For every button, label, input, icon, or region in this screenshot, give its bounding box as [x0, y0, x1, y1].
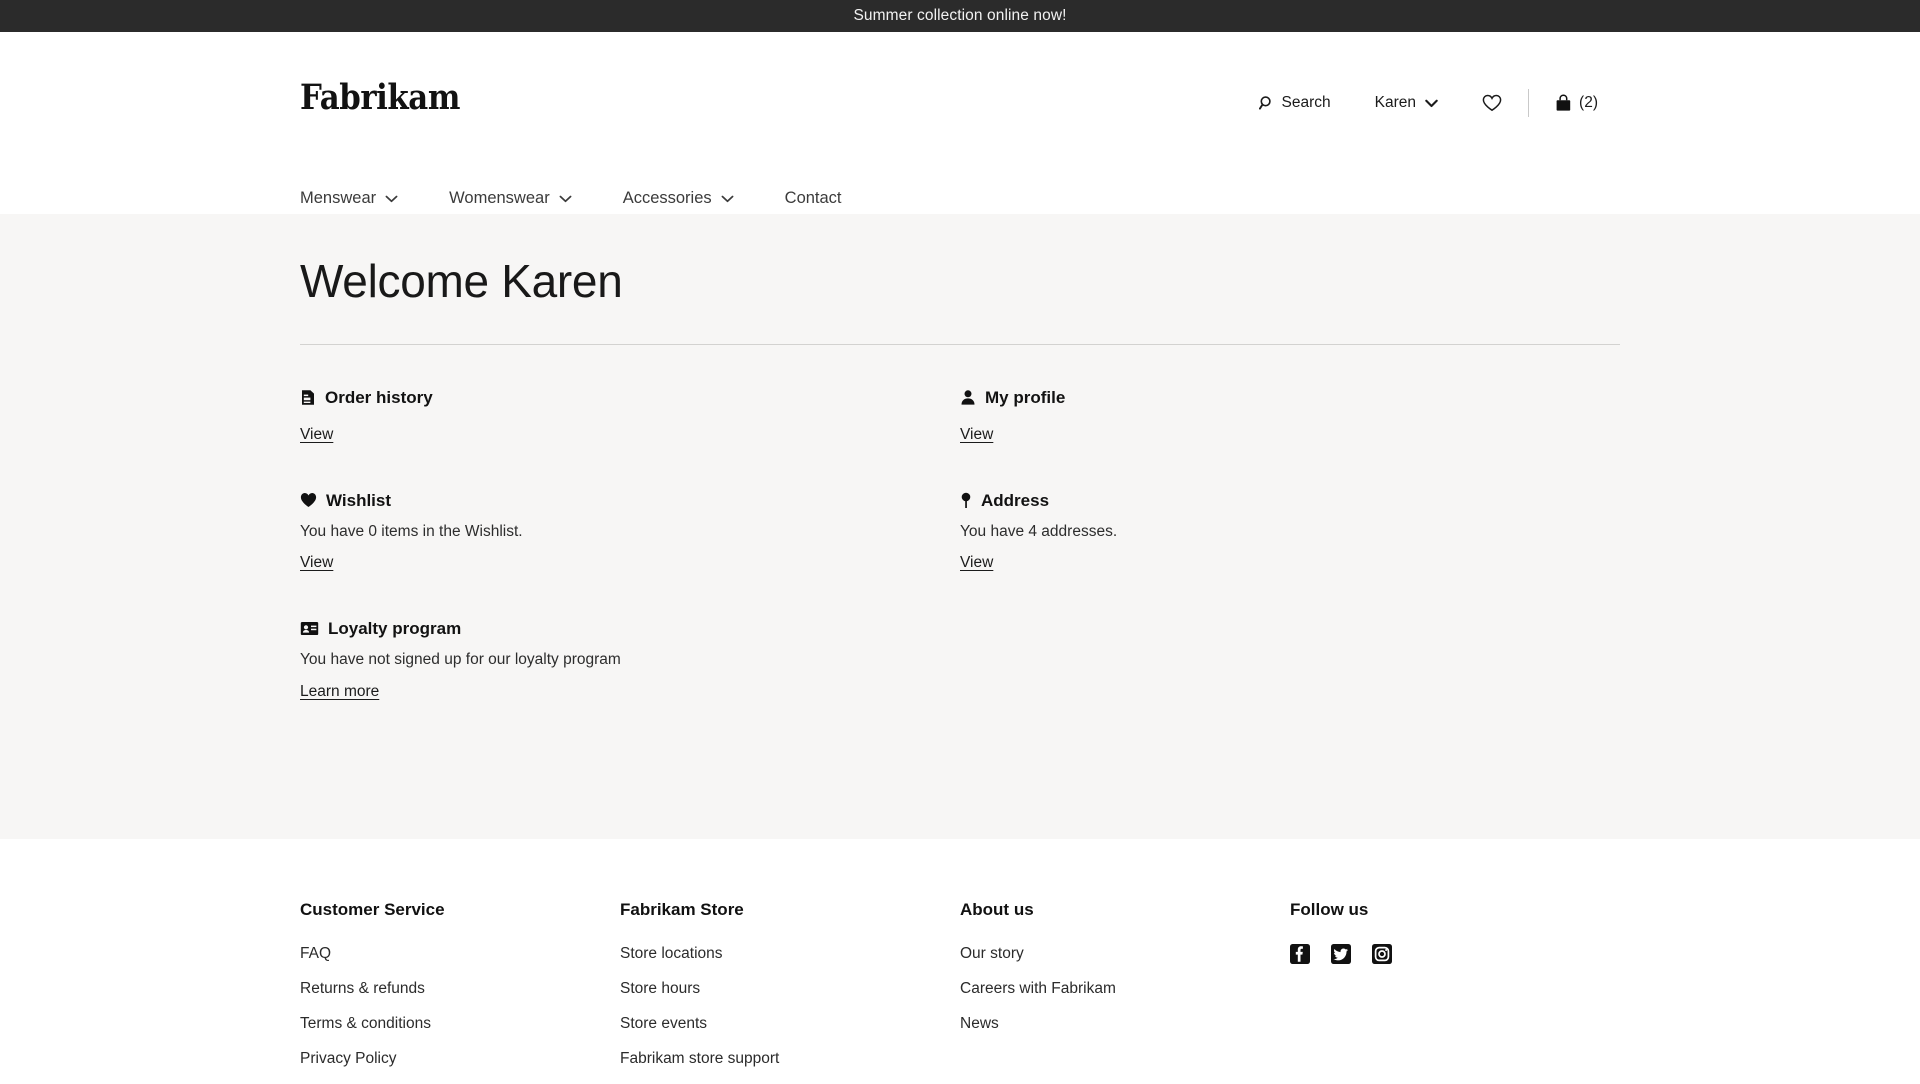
footer-link-store-hours[interactable]: Store hours — [620, 979, 960, 1000]
cart-count: (2) — [1579, 94, 1598, 111]
card-header: Address — [960, 492, 1620, 509]
nav-item-contact[interactable]: Contact — [785, 190, 842, 207]
nav-item-accessories[interactable]: Accessories — [623, 190, 734, 207]
site-header: Fabrikam Search Karen (2) Menswear Women… — [0, 32, 1920, 214]
footer-link-store-events[interactable]: Store events — [620, 1014, 960, 1035]
card-title: My profile — [985, 387, 1066, 407]
footer-link-store-support[interactable]: Fabrikam store support — [620, 1049, 960, 1070]
facebook-icon[interactable] — [1290, 944, 1310, 969]
card-header: Order history — [300, 389, 960, 406]
card-description: You have 0 items in the Wishlist. — [300, 522, 523, 540]
card-order-history: Order history View — [300, 389, 960, 444]
title-divider — [300, 343, 1620, 345]
chevron-down-icon — [385, 190, 398, 207]
footer-column-title: Follow us — [1290, 900, 1369, 919]
header-tools: Search Karen (2) — [1237, 88, 1620, 118]
map-pin-icon — [960, 492, 972, 509]
cart-button[interactable]: (2) — [1533, 94, 1620, 112]
announcement-text: Summer collection online now! — [853, 7, 1067, 24]
card-address: Address You have 4 addresses. View — [960, 492, 1620, 573]
account-label: Karen — [1374, 94, 1417, 111]
chevron-down-icon — [721, 190, 734, 207]
card-title: Address — [981, 490, 1050, 510]
instagram-icon[interactable] — [1372, 944, 1392, 969]
card-link-learn-more[interactable]: Learn more — [300, 683, 379, 701]
footer-column-title: Customer Service — [300, 900, 445, 919]
card-title: Loyalty program — [328, 619, 462, 639]
card-title: Order history — [325, 387, 433, 407]
footer-column-fabrikam-store: Fabrikam Store Store locations Store hou… — [620, 901, 960, 1084]
account-cards-grid: Order history View My profile View Wishl… — [300, 389, 1620, 750]
person-icon — [960, 389, 976, 406]
account-menu[interactable]: Karen — [1353, 94, 1460, 112]
card-description: You have 4 addresses. — [960, 522, 1118, 540]
footer-link-privacy-policy[interactable]: Privacy Policy — [300, 1049, 620, 1070]
footer-link-returns-refunds[interactable]: Returns & refunds — [300, 979, 620, 1000]
wishlist-button[interactable] — [1460, 94, 1524, 112]
card-link-view[interactable]: View — [960, 554, 993, 572]
nav-item-womenswear[interactable]: Womenswear — [449, 190, 572, 207]
card-title: Wishlist — [326, 490, 392, 510]
heart-filled-icon — [300, 492, 317, 508]
card-header: Wishlist — [300, 492, 960, 509]
card-wishlist: Wishlist You have 0 items in the Wishlis… — [300, 492, 960, 573]
footer-link-careers[interactable]: Careers with Fabrikam — [960, 979, 1290, 1000]
card-link-view[interactable]: View — [960, 426, 993, 444]
header-divider — [1528, 89, 1530, 117]
nav-item-label: Accessories — [622, 188, 712, 207]
nav-item-label: Womenswear — [449, 188, 550, 207]
id-card-icon — [300, 621, 319, 636]
nav-item-label: Menswear — [300, 188, 377, 207]
main-content: Welcome Karen Order history View My prof… — [0, 214, 1920, 839]
chevron-down-icon — [1425, 99, 1438, 108]
footer-column-about-us: About us Our story Careers with Fabrikam… — [960, 901, 1290, 1084]
nav-item-label: Contact — [784, 188, 842, 207]
card-my-profile: My profile View — [960, 389, 1620, 444]
card-header: My profile — [960, 389, 1620, 406]
site-footer: Customer Service FAQ Returns & refunds T… — [0, 839, 1920, 1084]
card-header: Loyalty program — [300, 620, 1620, 637]
receipt-icon — [300, 389, 316, 406]
shopping-bag-icon — [1555, 94, 1572, 112]
footer-link-store-locations[interactable]: Store locations — [620, 944, 960, 965]
footer-column-follow-us: Follow us — [1290, 901, 1620, 1084]
social-links — [1290, 944, 1620, 969]
card-loyalty-program: Loyalty program You have not signed up f… — [300, 620, 1620, 701]
card-link-view[interactable]: View — [300, 554, 333, 572]
main-navigation: Menswear Womenswear Accessories Contact — [0, 182, 1920, 214]
footer-link-our-story[interactable]: Our story — [960, 944, 1290, 965]
card-link-view[interactable]: View — [300, 426, 333, 444]
footer-link-faq[interactable]: FAQ — [300, 944, 620, 965]
announcement-bar: Summer collection online now! — [0, 0, 1920, 32]
site-logo[interactable]: Fabrikam — [300, 80, 460, 115]
heart-outline-icon — [1482, 94, 1502, 112]
search-icon — [1258, 95, 1275, 111]
footer-column-title: Fabrikam Store — [620, 900, 744, 919]
footer-link-news[interactable]: News — [960, 1014, 1290, 1035]
nav-item-menswear[interactable]: Menswear — [300, 190, 398, 207]
twitter-icon[interactable] — [1331, 944, 1351, 969]
footer-column-customer-service: Customer Service FAQ Returns & refunds T… — [300, 901, 620, 1084]
chevron-down-icon — [559, 190, 572, 207]
footer-column-title: About us — [960, 900, 1034, 919]
footer-link-terms-conditions[interactable]: Terms & conditions — [300, 1014, 620, 1035]
search-button[interactable]: Search — [1237, 94, 1353, 112]
search-label: Search — [1281, 94, 1331, 111]
card-description: You have not signed up for our loyalty p… — [300, 651, 621, 669]
page-title: Welcome Karen — [300, 255, 623, 307]
